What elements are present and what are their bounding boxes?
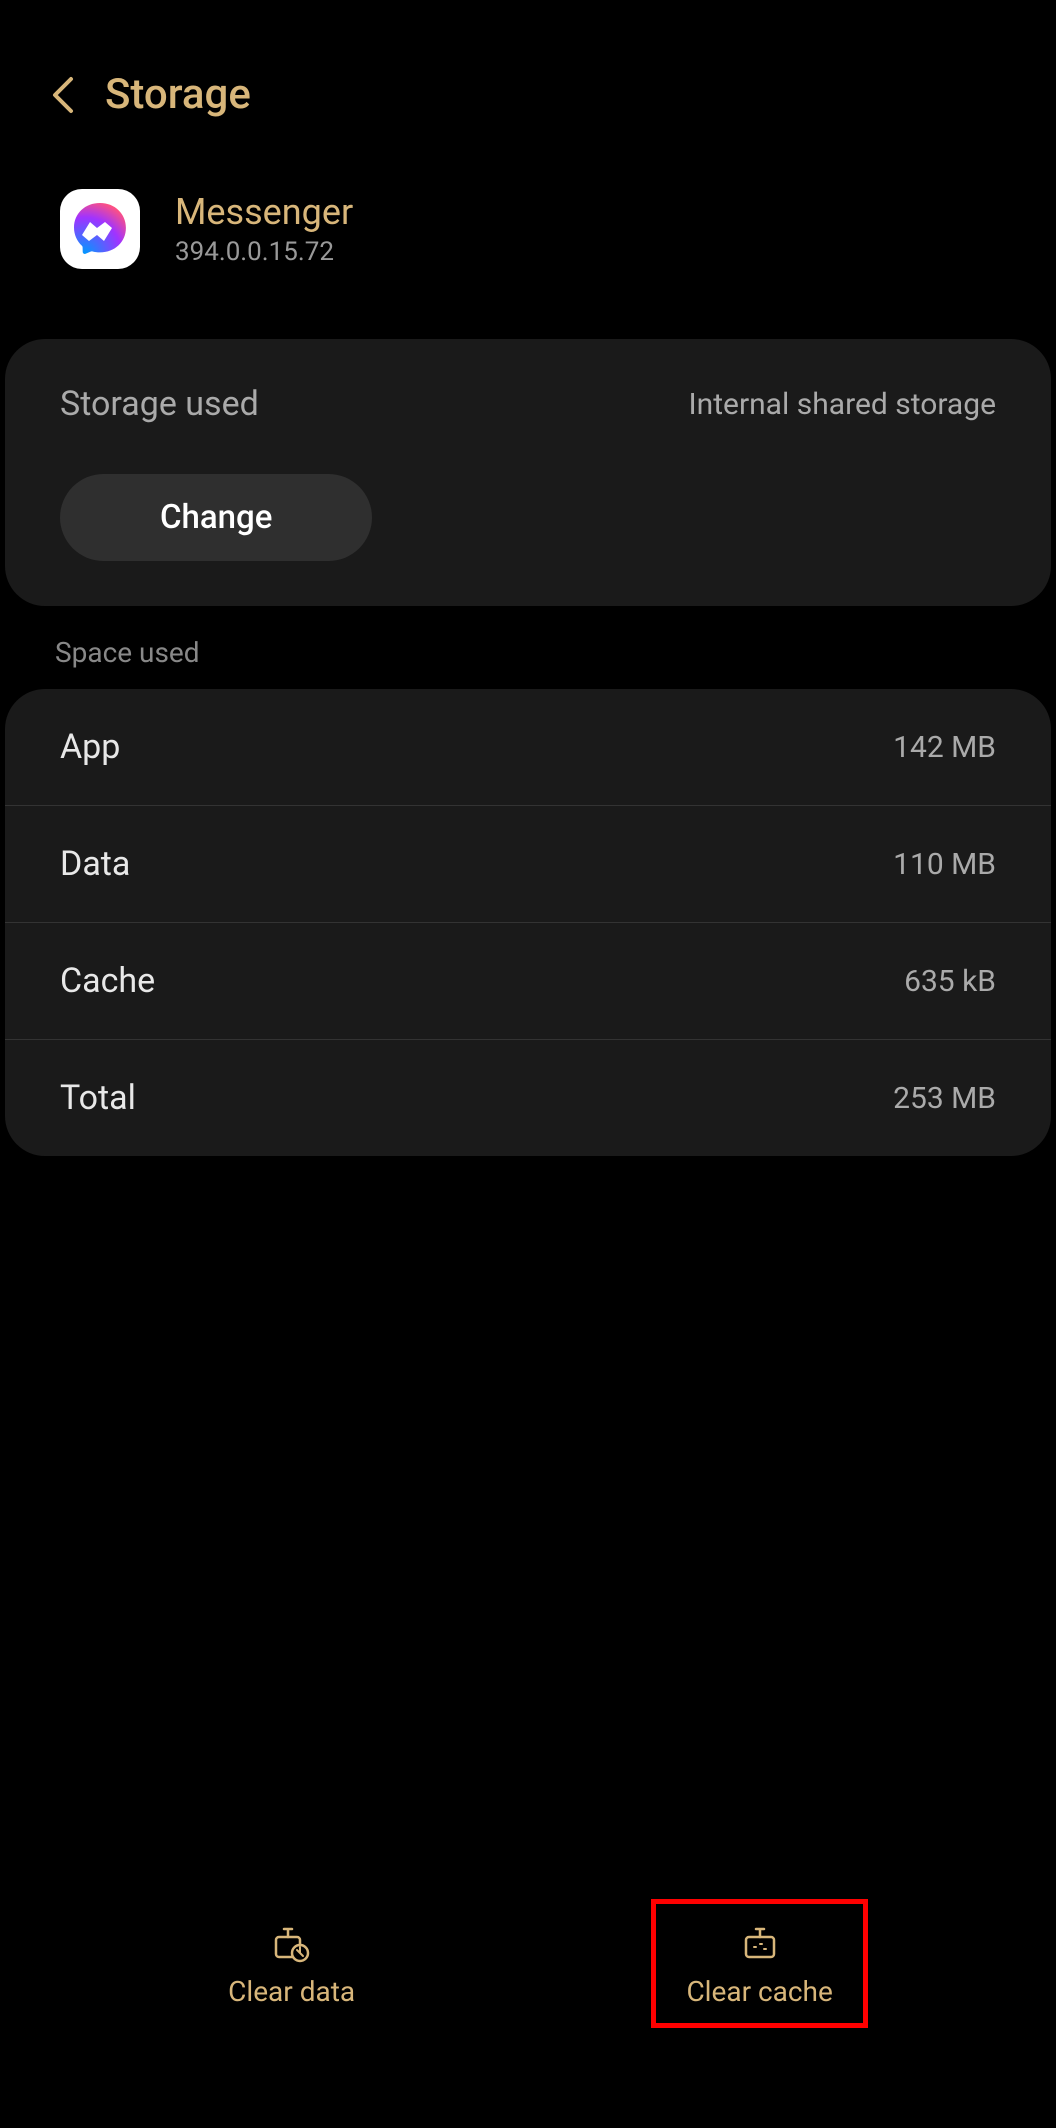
- back-button[interactable]: [40, 72, 85, 117]
- app-name: Messenger: [175, 191, 353, 233]
- page-title: Storage: [105, 70, 251, 119]
- list-row-total: Total 253 MB: [5, 1040, 1051, 1156]
- list-row-data: Data 110 MB: [5, 806, 1051, 923]
- messenger-icon: [70, 199, 130, 259]
- row-value: 142 MB: [893, 730, 996, 765]
- storage-card: Storage used Internal shared storage Cha…: [5, 339, 1051, 606]
- clear-data-button[interactable]: Clear data: [188, 1899, 395, 2028]
- bottom-actions: Clear data Clear cache: [0, 1899, 1056, 2028]
- list-row-app: App 142 MB: [5, 689, 1051, 806]
- list-row-cache: Cache 635 kB: [5, 923, 1051, 1040]
- clear-cache-button[interactable]: Clear cache: [651, 1899, 867, 2028]
- row-value: 253 MB: [893, 1081, 996, 1116]
- app-details: Messenger 394.0.0.15.72: [175, 191, 353, 267]
- header: Storage: [0, 0, 1056, 159]
- row-label: Data: [60, 844, 130, 884]
- clear-cache-label: Clear cache: [686, 1975, 832, 2008]
- clear-data-label: Clear data: [228, 1975, 355, 2008]
- row-label: Total: [60, 1078, 136, 1118]
- app-info: Messenger 394.0.0.15.72: [0, 159, 1056, 319]
- storage-header: Storage used Internal shared storage: [60, 384, 996, 424]
- row-label: App: [60, 727, 120, 767]
- row-value: 110 MB: [893, 847, 996, 882]
- row-label: Cache: [60, 961, 155, 1001]
- app-version: 394.0.0.15.72: [175, 237, 353, 267]
- row-value: 635 kB: [904, 964, 996, 999]
- storage-location: Internal shared storage: [689, 387, 997, 422]
- chevron-left-icon: [51, 75, 75, 115]
- clear-data-icon: [270, 1919, 314, 1963]
- storage-used-label: Storage used: [60, 384, 259, 424]
- change-button[interactable]: Change: [60, 474, 372, 561]
- space-used-label: Space used: [0, 626, 1056, 679]
- space-used-card: App 142 MB Data 110 MB Cache 635 kB Tota…: [5, 689, 1051, 1156]
- clear-cache-icon: [738, 1919, 782, 1963]
- app-icon: [60, 189, 140, 269]
